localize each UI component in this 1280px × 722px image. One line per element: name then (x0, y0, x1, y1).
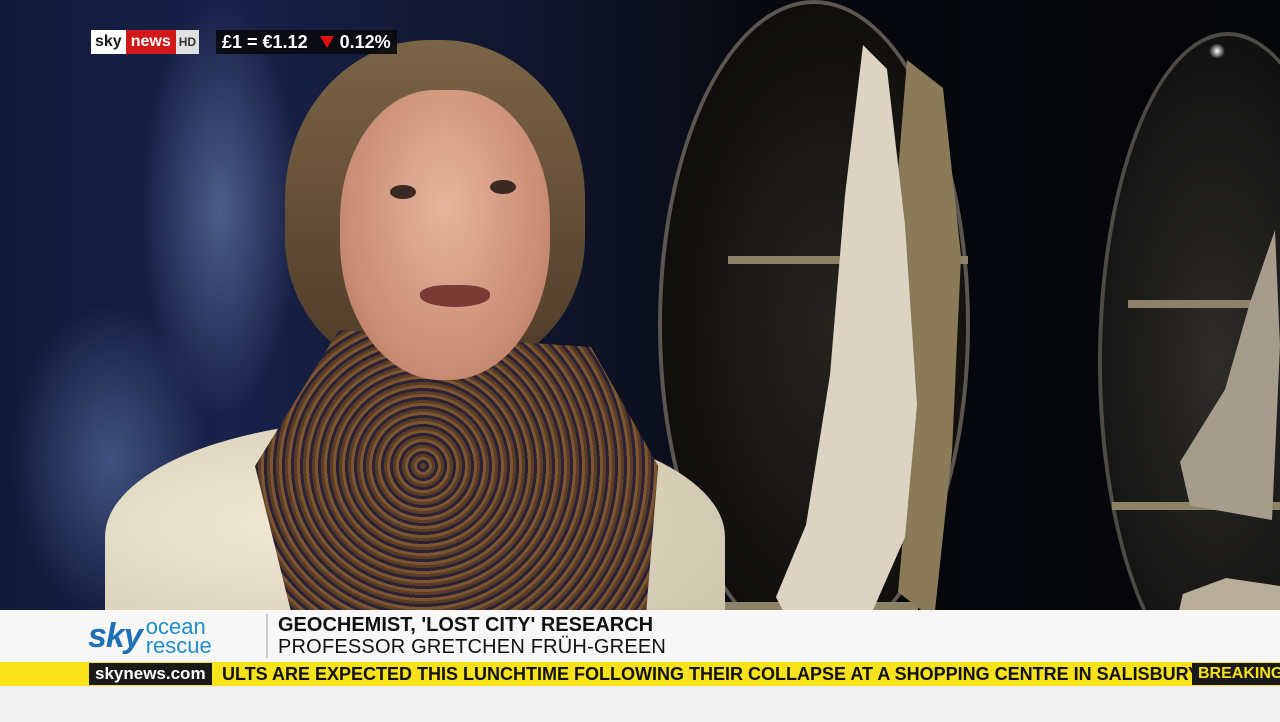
ceiling-lamp (1208, 44, 1226, 58)
currency-ticker: £1 = €1.12 0.12% (216, 30, 397, 54)
crawler-text: ULTS ARE EXPECTED THIS LUNCHTIME FOLLOWI… (222, 663, 1201, 684)
brand-sky: sky (88, 616, 143, 655)
currency-change: 0.12% (339, 31, 391, 52)
lower-third-divider (266, 614, 268, 658)
logo-news: news (125, 30, 176, 54)
breaking-label: BREAKING (1192, 663, 1280, 685)
eye (490, 180, 516, 194)
face (340, 90, 550, 380)
brand-rescue: rescue (145, 633, 212, 658)
sky-ocean-rescue-logo: sky ocean rescue (88, 610, 268, 662)
caption: GEOCHEMIST, 'LOST CITY' RESEARCH PROFESS… (278, 614, 666, 658)
eye (390, 185, 416, 199)
currency-rate: £1 = €1.12 (222, 31, 308, 52)
logo-hd: HD (175, 30, 200, 54)
display-shelf (1128, 300, 1268, 308)
down-arrow-icon (319, 36, 334, 48)
bottom-bar (0, 686, 1280, 722)
logo-sky: sky (91, 30, 126, 54)
sky-news-hd-logo: sky news HD (91, 30, 200, 54)
mouth (420, 285, 490, 307)
caption-headline: GEOCHEMIST, 'LOST CITY' RESEARCH (278, 614, 654, 636)
site-url: skynews.com (89, 663, 212, 685)
caption-name: PROFESSOR GRETCHEN FRÜH-GREEN (278, 636, 667, 658)
interviewee (105, 40, 745, 680)
